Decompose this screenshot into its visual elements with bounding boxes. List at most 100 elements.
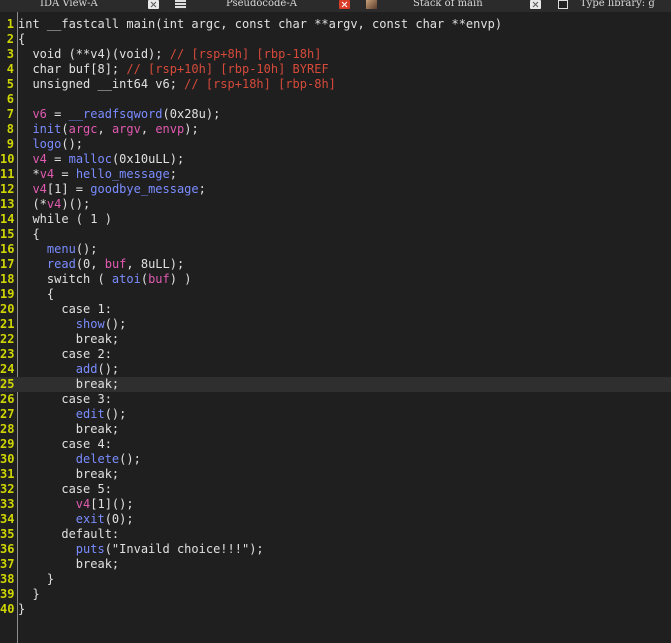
code-line[interactable]: 7 v6 = __readfsqword(0x28u); (0, 107, 671, 122)
code-token-func[interactable]: init (32, 122, 61, 136)
line-number: 25 (0, 377, 15, 391)
pseudocode-editor[interactable]: 1 int __fastcall main(int argc, const cha… (0, 12, 671, 643)
code-token-func[interactable]: __readfsqword (69, 107, 163, 121)
code-line[interactable]: 24 add(); (0, 362, 671, 377)
code-token-func[interactable]: menu (47, 242, 76, 256)
code-token-func[interactable]: logo (32, 137, 61, 151)
close-icon[interactable] (339, 0, 350, 9)
type-lib-icon (558, 0, 568, 9)
code-token-func[interactable]: exit (76, 512, 105, 526)
code-token-var[interactable]: v4 (40, 167, 54, 181)
code-line[interactable]: 16 menu(); (0, 242, 671, 257)
tab-type-library[interactable]: Type library: g (570, 0, 671, 12)
code-line[interactable]: 17 read(0, buf, 8uLL); (0, 257, 671, 272)
code-token-var[interactable]: argc (69, 122, 98, 136)
code-token-func[interactable]: hello_message (76, 167, 170, 181)
line-number: 35 (0, 527, 15, 541)
code-token-func[interactable]: show (76, 317, 105, 331)
code-line[interactable]: 29 case 4: (0, 437, 671, 452)
code-line[interactable]: 25 break; (0, 377, 671, 392)
code-text: *v4 = hello_message; (18, 167, 177, 182)
code-token-func[interactable]: read (47, 257, 76, 271)
code-token-func[interactable]: malloc (69, 152, 112, 166)
code-line[interactable]: 32 case 5: (0, 482, 671, 497)
code-token-plain: int __fastcall main(int argc, const char… (18, 17, 503, 31)
line-number: 36 (0, 542, 15, 556)
code-line[interactable]: 4 char buf[8]; // [rsp+10h] [rbp-10h] BY… (0, 62, 671, 77)
code-line[interactable]: 20 case 1: (0, 302, 671, 317)
code-text: menu(); (18, 242, 98, 257)
code-token-func[interactable]: goodbye_message (90, 182, 198, 196)
code-token-func[interactable]: delete (76, 452, 119, 466)
tab-ida-view[interactable]: IDA View-A (0, 0, 186, 12)
code-token-func[interactable]: edit (76, 407, 105, 421)
code-line[interactable]: 8 init(argc, argv, envp); (0, 122, 671, 137)
tab-label: Pseudocode-A (226, 0, 297, 9)
code-line[interactable]: 31 break; (0, 467, 671, 482)
code-token-var[interactable]: v4 (76, 497, 90, 511)
tab-label: IDA View-A (40, 0, 98, 9)
code-line[interactable]: 5 unsigned __int64 v6; // [rsp+18h] [rbp… (0, 77, 671, 92)
code-line[interactable]: 14 while ( 1 ) (0, 212, 671, 227)
code-token-plain: (); (119, 452, 141, 466)
code-line[interactable]: 3 void (**v4)(void); // [rsp+8h] [rbp-18… (0, 47, 671, 62)
code-text: { (18, 287, 54, 302)
code-token-func[interactable]: atoi (112, 272, 141, 286)
close-icon[interactable] (148, 0, 159, 9)
code-text: show(); (18, 317, 127, 332)
line-number: 16 (0, 242, 15, 256)
code-line[interactable]: 12 v4[1] = goodbye_message; (0, 182, 671, 197)
code-token-plain: , (97, 122, 112, 136)
code-token-func[interactable]: add (76, 362, 98, 376)
line-number: 3 (6, 47, 14, 61)
code-line[interactable]: 21 show(); (0, 317, 671, 332)
code-line[interactable]: 30 delete(); (0, 452, 671, 467)
code-line[interactable]: 2{ (0, 32, 671, 47)
code-line[interactable]: 11 *v4 = hello_message; (0, 167, 671, 182)
code-token-var[interactable]: argv (112, 122, 141, 136)
code-line[interactable]: 33 v4[1](); (0, 497, 671, 512)
code-token-func[interactable]: puts (76, 542, 105, 556)
code-token-plain: (); (61, 137, 84, 151)
code-line[interactable]: 38 } (0, 572, 671, 587)
code-token-var[interactable]: buf (105, 257, 127, 271)
code-line[interactable]: 36 puts("Invaild choice!!!"); (0, 542, 671, 557)
code-line[interactable]: 35 default: (0, 527, 671, 542)
code-token-var[interactable]: envp (155, 122, 184, 136)
line-number: 29 (0, 437, 15, 451)
code-line[interactable]: 18 switch ( atoi(buf) ) (0, 272, 671, 287)
code-text: delete(); (18, 452, 141, 467)
code-line[interactable]: 34 exit(0); (0, 512, 671, 527)
line-number: 26 (0, 392, 15, 406)
code-token-var[interactable]: v4 (32, 152, 46, 166)
close-icon[interactable] (530, 0, 541, 9)
line-number: 1 (6, 17, 14, 31)
code-token-plain: * (18, 167, 40, 181)
code-line[interactable]: 40} (0, 602, 671, 617)
code-line[interactable]: 22 break; (0, 332, 671, 347)
line-number: 10 (0, 152, 15, 166)
code-line[interactable]: 37 break; (0, 557, 671, 572)
code-line[interactable]: 1 int __fastcall main(int argc, const cha… (0, 17, 671, 32)
code-token-var[interactable]: v6 (32, 107, 46, 121)
code-line[interactable]: 15 { (0, 227, 671, 242)
code-line[interactable]: 6 (0, 92, 671, 107)
code-line[interactable]: 19 { (0, 287, 671, 302)
code-token-var[interactable]: buf (148, 272, 170, 286)
code-line[interactable]: 26 case 3: (0, 392, 671, 407)
code-line[interactable]: 10 v4 = malloc(0x10uLL); (0, 152, 671, 167)
tab-pseudocode[interactable]: Pseudocode-A (190, 0, 360, 12)
code-line[interactable]: 9 logo(); (0, 137, 671, 152)
code-line[interactable]: 39 } (0, 587, 671, 602)
code-line[interactable]: 27 edit(); (0, 407, 671, 422)
code-token-var[interactable]: v4 (32, 182, 46, 196)
code-token-plain: case 4: (18, 437, 112, 451)
code-token-var[interactable]: v4 (47, 197, 61, 211)
tab-stack-of-main[interactable]: Stack of main (380, 0, 545, 12)
code-line[interactable]: 28 break; (0, 422, 671, 437)
code-line[interactable]: 13 (*v4)(); (0, 197, 671, 212)
code-line[interactable]: 23 case 2: (0, 347, 671, 362)
code-token-plain: (0x10uLL); (111, 152, 185, 166)
